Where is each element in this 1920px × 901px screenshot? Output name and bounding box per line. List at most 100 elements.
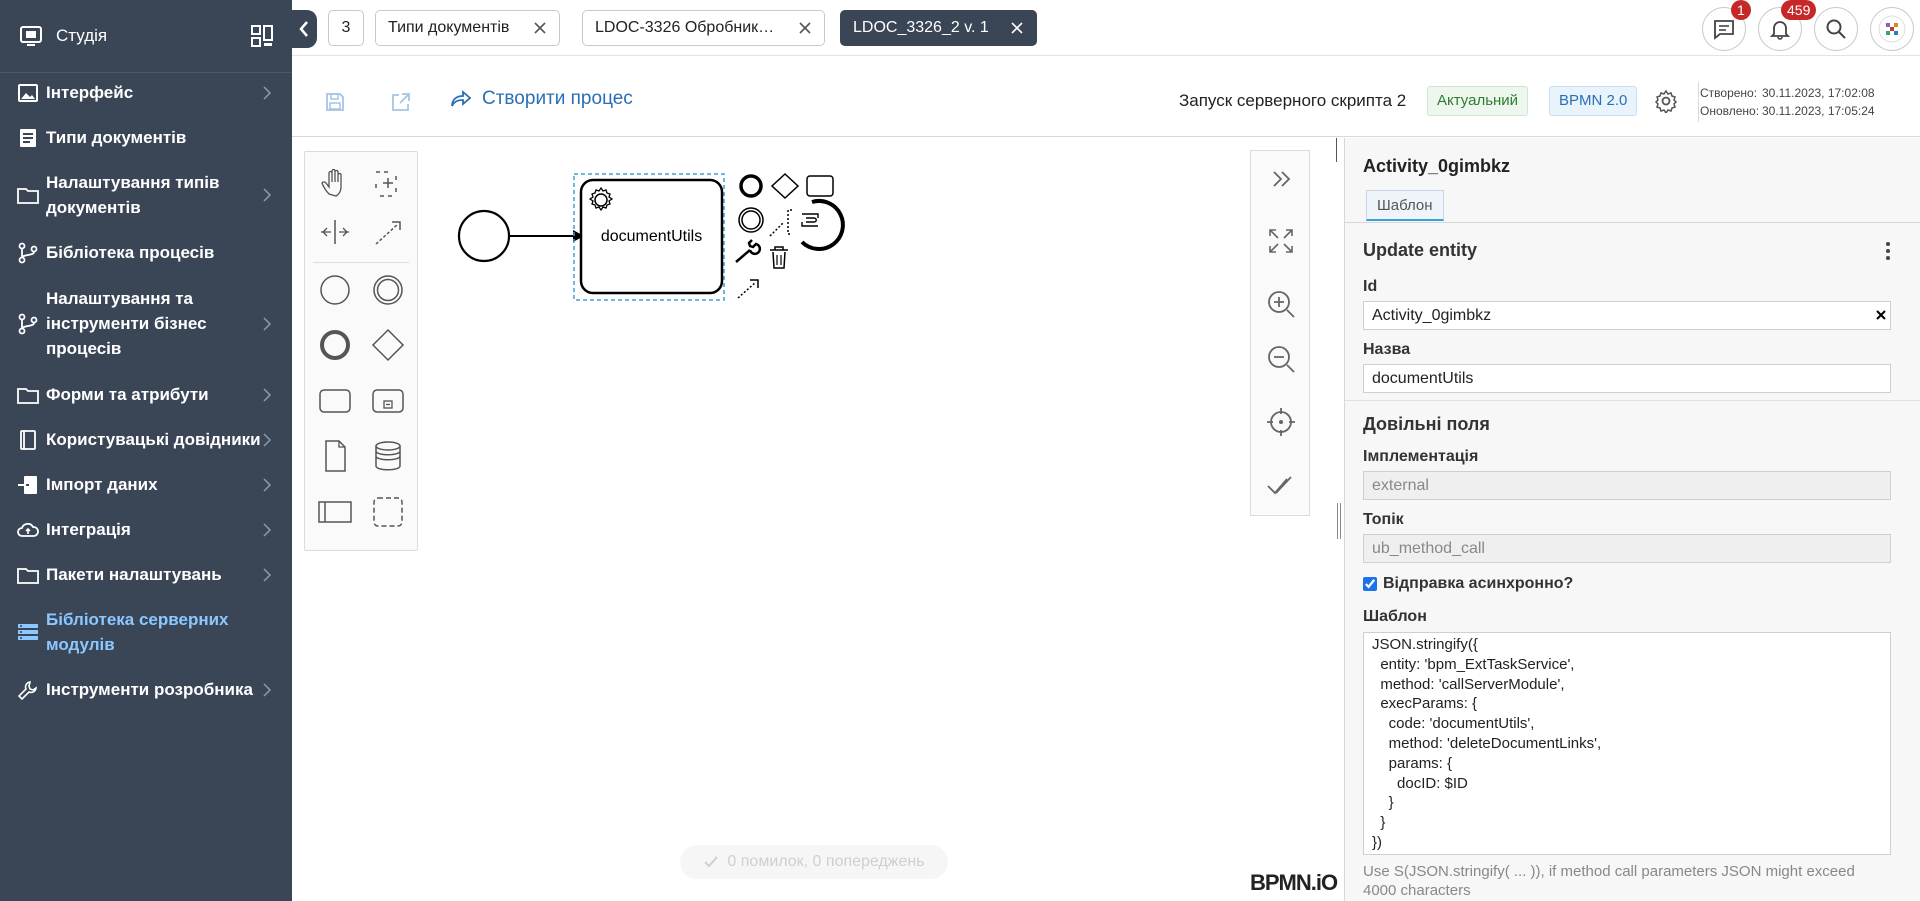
append-intermediate-event-icon[interactable] bbox=[738, 207, 764, 233]
service-task[interactable] bbox=[579, 178, 724, 295]
search-icon bbox=[1826, 19, 1846, 39]
pool-icon[interactable] bbox=[315, 492, 355, 532]
data-object-icon[interactable] bbox=[315, 436, 355, 476]
sidebar-item-bp-settings-tools[interactable]: Налаштування та інструменти бізнес проце… bbox=[0, 286, 292, 361]
updated-label: Оновлено: bbox=[1700, 104, 1760, 118]
sidebar-item-server-modules-library[interactable]: Бібліотека серверних модулів bbox=[0, 607, 292, 657]
chevron-right-icon bbox=[263, 567, 272, 582]
messages-button[interactable]: 1 bbox=[1702, 0, 1751, 51]
chevron-right-icon bbox=[263, 387, 272, 402]
topic-field[interactable]: ub_method_call bbox=[1363, 534, 1891, 563]
tab-ldoc-3326-handler[interactable]: LDOC-3326 Обробник… bbox=[582, 10, 825, 46]
wrench-icon[interactable] bbox=[735, 239, 762, 263]
context-pad bbox=[735, 172, 845, 299]
search-button[interactable] bbox=[1814, 7, 1858, 51]
tab-ldoc-3326-2[interactable]: LDOC_3326_2 v. 1 bbox=[840, 10, 1037, 46]
change-type-icon[interactable] bbox=[795, 208, 825, 232]
subprocess-icon[interactable] bbox=[368, 381, 408, 421]
zoom-in-icon[interactable] bbox=[1263, 286, 1299, 322]
validate-icon[interactable] bbox=[1263, 467, 1299, 503]
studio-icon bbox=[20, 26, 42, 46]
sidebar-item-developer-tools[interactable]: Інструменти розробника bbox=[0, 677, 292, 702]
append-gateway-icon[interactable] bbox=[770, 172, 800, 200]
sidebar-item-label: Типи документів bbox=[46, 128, 187, 147]
sidebar-item-label: Бібліотека серверних модулів bbox=[46, 610, 229, 654]
sidebar-item-user-dictionaries[interactable]: Користувацькі довідники bbox=[0, 427, 292, 452]
close-icon[interactable] bbox=[533, 21, 547, 35]
panel-resize-handle[interactable] bbox=[1334, 138, 1344, 901]
name-label: Назва bbox=[1363, 341, 1411, 358]
append-end-event-icon[interactable] bbox=[739, 174, 763, 198]
connect-icon[interactable] bbox=[737, 279, 759, 299]
append-task-icon[interactable] bbox=[806, 175, 834, 197]
sidebar-item-integration[interactable]: Інтеграція bbox=[0, 517, 292, 542]
async-checkbox[interactable] bbox=[1363, 577, 1377, 591]
fit-viewport-icon[interactable] bbox=[1263, 223, 1299, 259]
crosshair-icon[interactable] bbox=[1263, 404, 1299, 440]
data-store-icon[interactable] bbox=[368, 436, 408, 476]
branch-icon bbox=[18, 242, 38, 263]
chevron-right-icon bbox=[263, 316, 272, 331]
custom-fields-title: Довільні поля bbox=[1363, 414, 1490, 434]
close-icon[interactable] bbox=[798, 21, 812, 35]
tab-label: LDOC-3326 Обробник… bbox=[595, 19, 775, 36]
tools-icon bbox=[17, 680, 37, 700]
tab-template[interactable]: Шаблон bbox=[1366, 190, 1444, 221]
start-event[interactable] bbox=[457, 209, 511, 263]
book-icon bbox=[20, 429, 36, 450]
name-field[interactable]: documentUtils bbox=[1363, 364, 1891, 393]
sidebar-item-settings-packages[interactable]: Пакети налаштувань bbox=[0, 562, 292, 587]
dashboard-icon[interactable] bbox=[250, 24, 274, 48]
more-vertical-icon[interactable] bbox=[1878, 240, 1898, 262]
top-bar: 3 Типи документів LDOC-3326 Обробник… LD… bbox=[292, 0, 1920, 56]
async-label: Відправка асинхронно? bbox=[1383, 575, 1574, 592]
sidebar-item-process-library[interactable]: Бібліотека процесів bbox=[0, 240, 292, 265]
open-tabs-count[interactable]: 3 bbox=[328, 10, 364, 46]
chevron-right-icon bbox=[263, 477, 272, 492]
bell-icon bbox=[1769, 21, 1791, 40]
sidebar-item-label: Пакети налаштувань bbox=[46, 565, 222, 584]
sequence-flow[interactable] bbox=[509, 230, 584, 242]
process-name: Запуск серверного скрипта 2 bbox=[1179, 91, 1407, 110]
gear-icon[interactable] bbox=[1654, 89, 1678, 113]
user-avatar[interactable] bbox=[1870, 7, 1914, 51]
async-checkbox-row: Відправка асинхронно? bbox=[1363, 575, 1573, 593]
collapse-sidebar-button[interactable] bbox=[292, 10, 317, 48]
validation-status[interactable]: 0 помилок, 0 попереджень bbox=[680, 845, 948, 879]
id-field[interactable]: Activity_0gimbkz bbox=[1363, 301, 1891, 330]
append-text-annotation-icon[interactable] bbox=[769, 209, 792, 237]
document-icon bbox=[20, 128, 36, 147]
clear-icon[interactable] bbox=[1875, 309, 1887, 321]
sidebar-item-label: Інструменти розробника bbox=[46, 680, 253, 699]
sidebar-item-data-import[interactable]: Імпорт даних bbox=[0, 472, 292, 497]
save-icon[interactable] bbox=[324, 91, 346, 113]
chevron-right-icon bbox=[263, 85, 272, 100]
tab-label: LDOC_3326_2 v. 1 bbox=[853, 19, 989, 36]
group-icon[interactable] bbox=[368, 492, 408, 532]
view-tools bbox=[1250, 150, 1310, 516]
tab-label: Типи документів bbox=[388, 19, 510, 36]
implementation-field[interactable]: external bbox=[1363, 471, 1891, 500]
task-icon[interactable] bbox=[315, 381, 355, 421]
sidebar-item-forms-attributes[interactable]: Форми та атрибути bbox=[0, 382, 292, 407]
check-icon bbox=[704, 856, 719, 868]
double-chevron-right-icon[interactable] bbox=[1263, 161, 1299, 197]
zoom-out-icon[interactable] bbox=[1263, 341, 1299, 377]
template-textarea[interactable]: JSON.stringify({ entity: 'bpm_ExtTaskSer… bbox=[1363, 632, 1891, 855]
validation-status-text: 0 помилок, 0 попереджень bbox=[727, 853, 925, 870]
bpmn-diagram bbox=[457, 172, 845, 301]
sidebar-item-label: Користувацькі довідники bbox=[46, 430, 261, 449]
delete-icon[interactable] bbox=[770, 246, 788, 269]
create-process-button[interactable]: Створити процес bbox=[450, 88, 633, 110]
bpmn-io-watermark[interactable]: BPMN.iO bbox=[1250, 870, 1338, 896]
sidebar-item-interface[interactable]: Інтерфейс bbox=[0, 80, 292, 105]
chevron-right-icon bbox=[263, 188, 272, 202]
notifications-button[interactable]: 459 bbox=[1758, 0, 1817, 51]
close-icon[interactable] bbox=[1010, 21, 1024, 35]
server-icon bbox=[18, 624, 38, 640]
sidebar-item-document-types[interactable]: Типи документів bbox=[0, 125, 292, 150]
open-external-icon[interactable] bbox=[390, 91, 412, 113]
sidebar-item-document-type-settings[interactable]: Налаштування типів документів bbox=[0, 170, 292, 220]
bpmn-canvas[interactable]: documentUtils 0 помилок, 0 попереджень B… bbox=[292, 138, 1338, 901]
tab-document-types[interactable]: Типи документів bbox=[375, 10, 560, 46]
